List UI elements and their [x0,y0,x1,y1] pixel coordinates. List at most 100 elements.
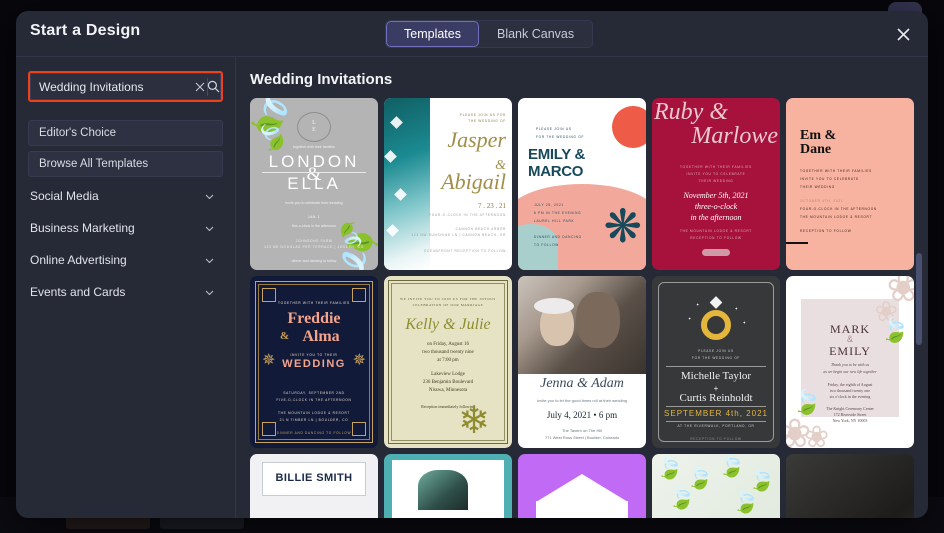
card-venue-3: New York, NY 10003 [832,418,868,423]
card-intro-2: invite you to celebrate [800,177,859,181]
sidebar-item-events-and-cards[interactable]: Events and Cards [28,278,223,306]
card-wedding-label: WEDDING [282,358,346,370]
page-title: Start a Design [30,22,141,39]
divider [262,172,366,173]
template-card-billie-smith[interactable]: BILLIE SMITH [250,454,378,518]
card-name-1: Freddie [287,310,341,327]
circle-shape [612,106,646,148]
decorative-pill [702,249,730,256]
card-venue-1: Lakeview Lodge [431,372,465,377]
card-invite: invite you to celebrate their wedding [285,201,343,205]
card-venue-2: 771 West Ross Street | Boulder, Colorado [544,435,620,440]
border-frame-inner [391,283,505,441]
template-card-emily-marco[interactable]: ❋ PLEASE JOIN US FOR THE WEDDING OF EMIL… [518,98,646,270]
corner-ornament [262,422,276,436]
card-footer-1: DINNER AND DANCING [534,235,582,239]
sidebar: Editor's Choice Browse All Templates Soc… [16,57,236,518]
card-date-1: on Friday, August 16 [427,342,469,347]
clear-search-icon[interactable] [194,82,207,92]
card-date-3: at 7:00 pm [437,358,459,363]
close-icon[interactable] [892,23,914,45]
diamond-icon [709,296,723,309]
card-name-1: EMILY & [528,146,586,163]
card-date: October 4th, 2021 [800,199,844,203]
card-name-1: Ruby & [654,99,728,125]
art-deco-frame [255,281,373,443]
leaf-icon: 🍃 [668,485,696,510]
tab-blank-canvas[interactable]: Blank Canvas [479,21,592,47]
card-intro-3: THEIR WEDDING [698,179,734,183]
card-date-2: two thousand twenty nine [422,350,474,355]
modal-body: Editor's Choice Browse All Templates Soc… [16,57,928,518]
template-card-freddie-alma[interactable]: ✵ ✵ together with their families Freddie… [250,276,378,448]
template-card-dark-photo[interactable] [786,454,914,518]
rose-icon: ❄ [458,400,490,442]
card-name-2: Abigail [441,169,506,194]
leaf-icon: 🍃 [880,317,910,344]
vertical-scrollbar[interactable] [916,253,922,345]
corner-ornament [262,288,276,302]
card-venue-2: 123 NW Sunshine Ln | Cannon Beach, OR [411,233,506,237]
photo-thumbnail [418,470,468,510]
card-venue-3: Nisswa, Minnesota [428,388,468,393]
sidebar-item-business-marketing[interactable]: Business Marketing [28,214,223,242]
card-venue-2: 236 Benjamin Boulevard [422,380,474,385]
template-card-eucalyptus[interactable]: 🍃 🍃 🍃 🍃 🍃 🍃 [652,454,780,518]
corner-ornament [352,422,366,436]
card-intro-1: PLEASE JOIN US [698,349,734,353]
card-date: JULY 25, 2021 [534,203,564,207]
template-card-london-ella[interactable]: 🍃 🍃 🍃 🍃 L E together with their families… [250,98,378,270]
card-name-1: Jasper [447,127,506,152]
card-footer: dinner and dancing to follow [276,431,352,435]
card-date: Saturday, September 2nd [283,391,345,395]
template-card-jenna-adam[interactable]: Jenna & Adam Invite you to let the good … [518,276,646,448]
card-date: JAN 1 [307,215,321,219]
card-venue: LAUREL HILL PARK [534,219,575,223]
card-name-2: Alma [302,328,340,345]
card-footer: RECEPTION TO FOLLOW [690,437,742,441]
card-intro-2: FOR THE WEDDING OF [536,135,585,139]
sidebar-item-browse-all-templates[interactable]: Browse All Templates [28,151,223,177]
template-grid: 🍃 🍃 🍃 🍃 L E together with their families… [250,98,928,518]
card-date-2: two thousand twenty one [829,388,871,393]
sidebar-item-social-media[interactable]: Social Media [28,182,223,210]
template-card-ruby-marlowe[interactable]: Ruby & Marlowe TOGETHER WITH THEIR FAMIL… [652,98,780,270]
card-intro-2: as we begin our new life together [823,369,877,374]
card-ampersand: & [280,330,290,342]
search-input[interactable] [31,79,194,94]
template-results-panel: Wedding Invitations 🍃 🍃 🍃 🍃 L E together… [236,57,928,518]
leaf-icon: 🍃 [748,467,776,492]
template-card-purple-arch[interactable] [518,454,646,518]
template-card-jasper-abigail[interactable]: PLEASE JOIN US FOR THE WEDDING OF Jasper… [384,98,512,270]
template-card-kelly-julie[interactable]: We invite you to join us for the joyous … [384,276,512,448]
sidebar-item-editors-choice[interactable]: Editor's Choice [28,120,223,146]
card-venue-2: 21 N Timber Ln | Boulder, CO [279,418,349,422]
couple-photo [518,276,646,374]
art-deco-frame-inner [258,284,370,440]
sidebar-item-online-advertising[interactable]: Online Advertising [28,246,223,274]
search-icon[interactable] [207,80,220,93]
card-date-3: six o'clock in the evening [829,394,871,399]
card-name-2: Marlowe [691,123,778,149]
leaf-icon: 🍃 [331,215,371,254]
card-venue-2: 123 NE Douglas Pkr Terrace | Joseph, CO [264,245,364,249]
arch-body [536,501,628,518]
card-intro-2: INVITE YOU TO CELEBRATE [686,172,746,176]
card-name-1: Michelle Taylor [680,370,752,382]
leaf-icon: 🍃 [250,115,294,159]
leaf-icon: 🍃 [732,489,760,514]
monogram: L E [297,112,331,142]
card-footer: Reception to follow [800,229,852,233]
sidebar-item-label: Events and Cards [30,285,126,299]
template-card-mark-emily[interactable]: ❀ ❀ 🍃 ❀ ❀ 🍃 MARK & EMILY Thank you to be… [786,276,914,448]
border-frame [388,280,508,444]
tab-templates[interactable]: Templates [386,21,479,47]
template-card-michelle-curtis[interactable]: ✦ ✦ ✦ ✦ PLEASE JOIN US FOR THE WEDDING O… [652,276,780,448]
template-card-em-dane[interactable]: Em & Dane Together with their families i… [786,98,914,270]
card-name-1: MARK [829,322,870,336]
card-intro-2: celebration of our marriage [412,303,484,307]
card-intro-1: Thank you to be with us [830,362,870,367]
card-venue-2: 172 Riverside Street [833,412,867,417]
template-card-teal-photo[interactable] [384,454,512,518]
card-time: four-o-clock in the afternoon [800,207,877,211]
